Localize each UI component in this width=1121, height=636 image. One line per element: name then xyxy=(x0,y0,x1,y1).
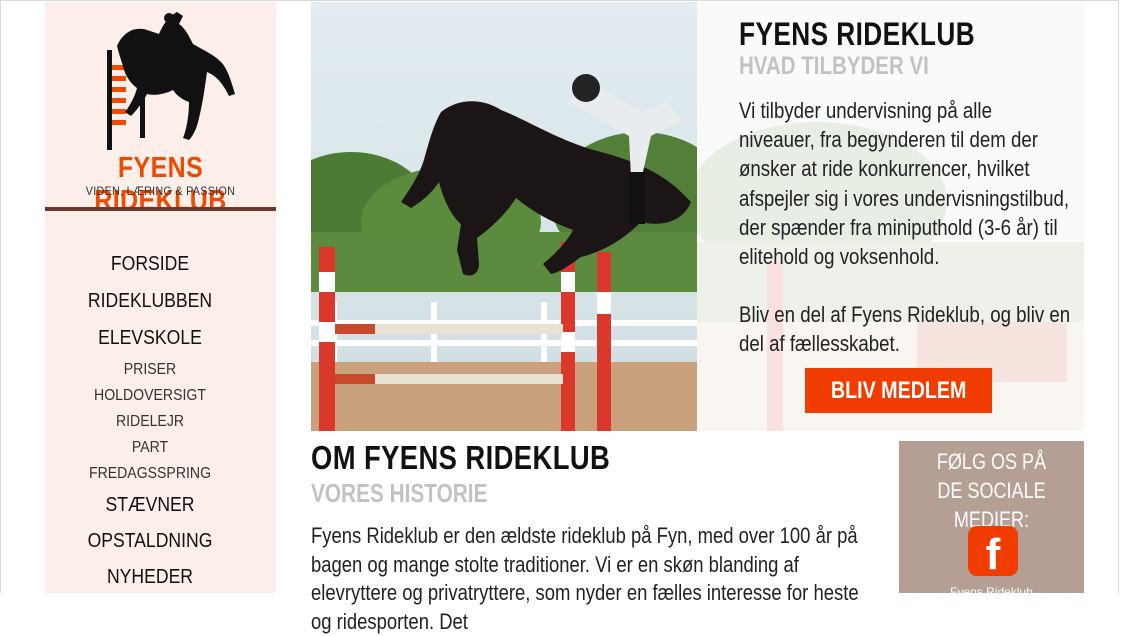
become-member-button[interactable]: BLIV MEDLEM xyxy=(805,368,992,413)
nav-subitem-fredagsspring[interactable]: FREDAGSSPRING xyxy=(58,461,243,487)
hero-description: Vi tilbyder undervisning på alle niveaue… xyxy=(739,96,1071,359)
nav-subitem-holdoversigt[interactable]: HOLDOVERSIGT xyxy=(58,383,243,409)
nav-item-nyheder[interactable]: NYHEDER xyxy=(58,559,243,595)
nav-subitem-priser[interactable]: PRISER xyxy=(58,357,243,383)
nav-subitem-part[interactable]: PART xyxy=(58,435,243,461)
nav-item-forside[interactable]: FORSIDE xyxy=(58,246,243,283)
become-member-label: BLIV MEDLEM xyxy=(830,376,967,404)
brand-tagline: VIDEN, LÆRING & PASSION xyxy=(85,184,236,198)
social-caption[interactable]: Fyens Rideklub xyxy=(899,585,1084,599)
hero-section: FYENS RIDEKLUB HVAD TILBYDER VI Vi tilby… xyxy=(311,2,1084,431)
main-nav: FORSIDE RIDEKLUBBEN ELEVSKOLE PRISER HOL… xyxy=(45,246,255,595)
about-subtitle: VORES HISTORIE xyxy=(311,478,488,508)
facebook-icon[interactable]: f xyxy=(968,526,1018,579)
social-title: FØLG OS PÅ DE SOCIALE MEDIER: xyxy=(916,447,1068,534)
hero-horse-jump-photo xyxy=(311,2,697,431)
nav-subitem-ridelejr[interactable]: RIDELEJR xyxy=(58,409,243,435)
hero-subtitle: HVAD TILBYDER VI xyxy=(739,52,929,80)
social-title-line1: FØLG OS PÅ xyxy=(936,449,1047,474)
nav-item-staevner[interactable]: STÆVNER xyxy=(58,487,243,523)
site-logo[interactable]: FYENS RIDEKLUB VIDEN, LÆRING & PASSION xyxy=(45,2,276,217)
nav-item-elevskole[interactable]: ELEVSKOLE xyxy=(58,320,243,357)
nav-item-rideklubben[interactable]: RIDEKLUBBEN xyxy=(58,283,243,320)
hero-paragraph-2: Bliv en del af Fyens Rideklub, og bliv e… xyxy=(739,302,1071,357)
about-title: OM FYENS RIDEKLUB xyxy=(311,439,611,476)
sidebar: FYENS RIDEKLUB VIDEN, LÆRING & PASSION F… xyxy=(45,2,276,593)
hero-paragraph-1: Vi tilbyder undervisning på alle niveaue… xyxy=(739,98,1070,270)
hero-title: FYENS RIDEKLUB xyxy=(739,16,976,52)
social-box: FØLG OS PÅ DE SOCIALE MEDIER: f Fyens Ri… xyxy=(899,441,1084,599)
about-text: Fyens Rideklub er den ældste rideklub på… xyxy=(311,523,859,634)
nav-item-opstaldning[interactable]: OPSTALDNING xyxy=(58,523,243,559)
horse-jumper-logo-icon xyxy=(107,12,235,150)
logo-divider xyxy=(45,207,276,211)
